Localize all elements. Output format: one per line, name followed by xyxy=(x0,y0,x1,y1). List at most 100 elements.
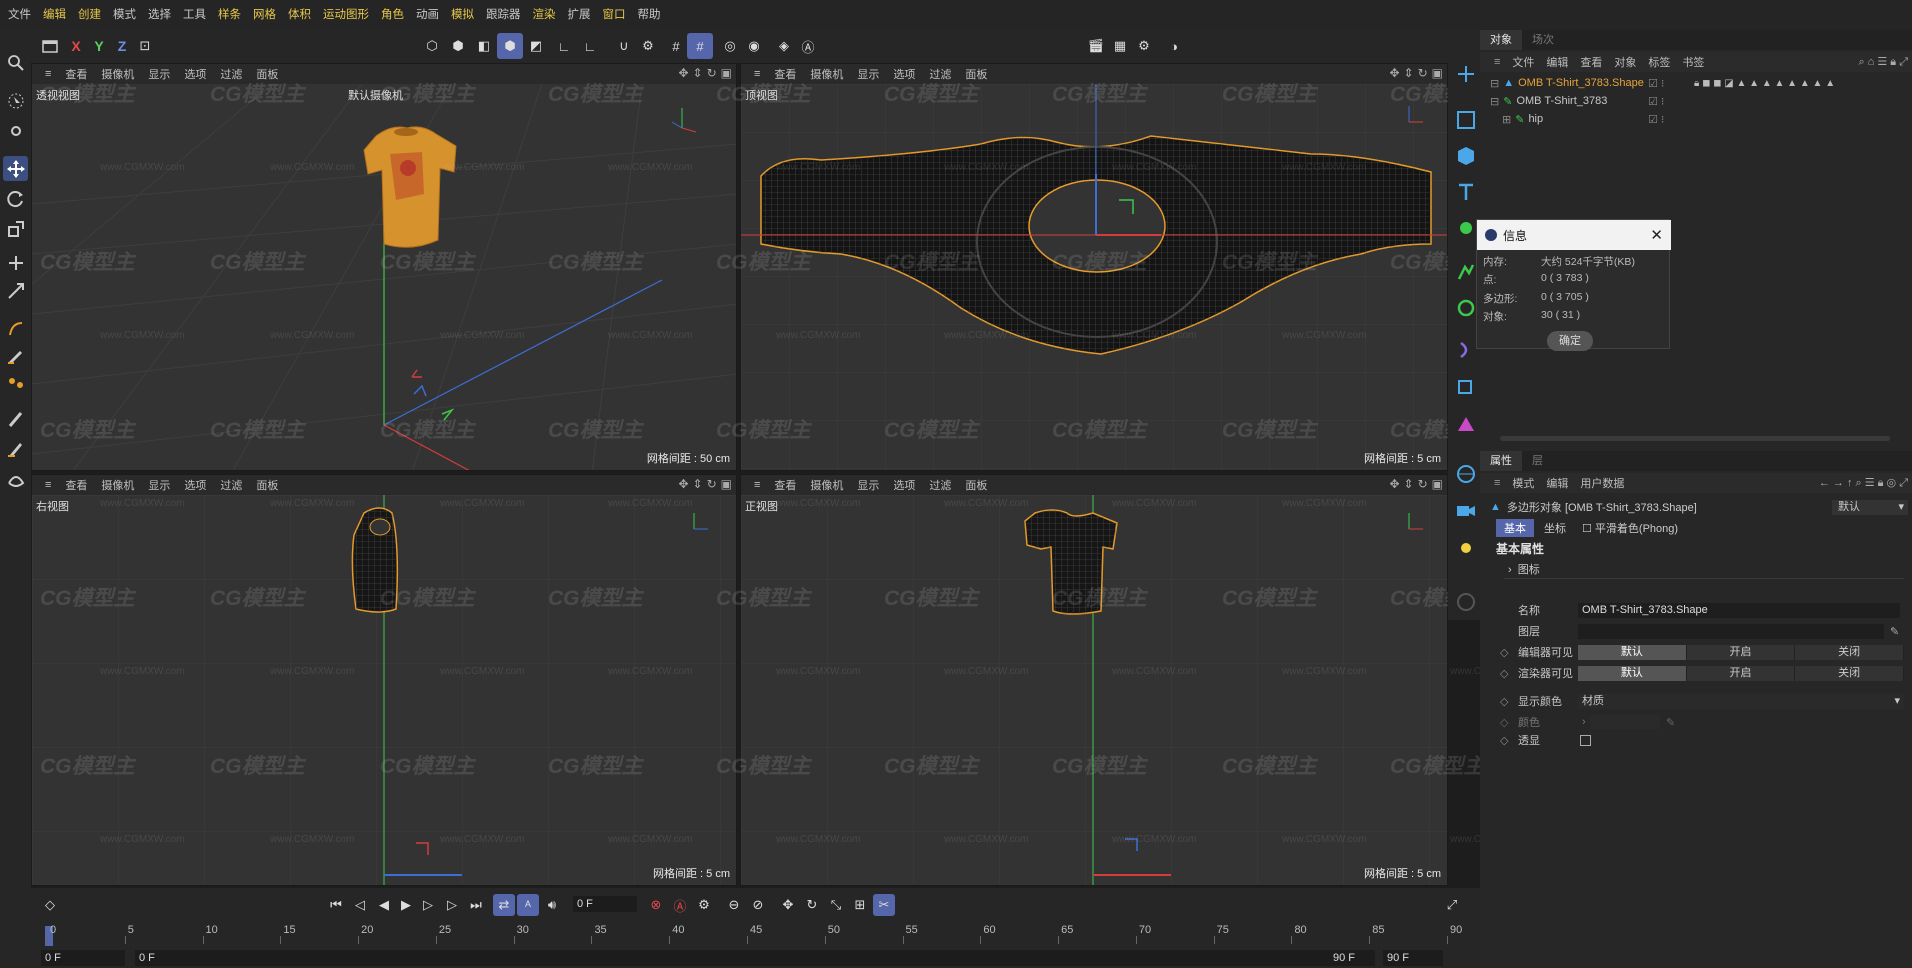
next-frame-icon[interactable]: ▷ xyxy=(417,894,439,916)
viewport-top[interactable]: ≡ 查看 摄像机 显示 选项 过滤 面板 ✥ ⇕ ↻ ▣ 顶视图 网格间距 : 5 cm xyxy=(740,63,1448,471)
pla-key-icon[interactable]: ✂ xyxy=(873,894,895,916)
menu-item[interactable]: 运动图形 xyxy=(317,0,375,30)
render-view-icon[interactable]: 🎬︎ xyxy=(1083,33,1109,59)
viewport-menu-item[interactable]: 查看 xyxy=(58,66,94,82)
scale-points-icon[interactable] xyxy=(3,278,28,303)
viewport-menu-item[interactable]: 选项 xyxy=(886,66,922,82)
field-icon[interactable] xyxy=(1454,374,1478,398)
option-on[interactable]: 开启 xyxy=(1687,665,1796,681)
viewport-menu-item[interactable]: 显示 xyxy=(141,66,177,82)
viewport-perspective[interactable]: ≡ 查看 摄像机 显示 选项 过滤 面板 ✥ ⇕ ↻ ▣ 透视视图 默认摄像机 网格间距 : 50… xyxy=(31,63,737,471)
texture-mode-icon[interactable]: ◩ xyxy=(523,33,549,59)
dolly-icon[interactable]: ⇕ xyxy=(1404,66,1414,80)
objects-menu-object[interactable]: 对象 xyxy=(1608,54,1642,70)
keyframe-settings-icon[interactable]: ⚙ xyxy=(693,894,715,916)
object-name[interactable]: hip xyxy=(1528,113,1543,125)
dolly-icon[interactable]: ⇕ xyxy=(693,66,703,80)
menu-item[interactable]: 工具 xyxy=(177,0,212,30)
live-selection-icon[interactable] xyxy=(3,88,28,113)
model-mode-icon[interactable]: ⬢ xyxy=(497,33,523,59)
cinema-logo-icon[interactable]: ◑ xyxy=(1161,33,1187,59)
keyframe-icon[interactable]: ◇ xyxy=(39,894,61,916)
magnet-icon[interactable]: ∪ xyxy=(611,33,637,59)
subtab-basic[interactable]: 基本 xyxy=(1496,519,1534,537)
cloner-icon[interactable] xyxy=(1454,216,1478,240)
pan-icon[interactable]: ✥ xyxy=(678,66,688,80)
option-off[interactable]: 关闭 xyxy=(1795,665,1905,681)
maximize-icon[interactable]: ▣ xyxy=(1432,477,1443,491)
polygons-mode-icon[interactable]: ◧ xyxy=(471,33,497,59)
object-tags[interactable]: 🔒︎ ◼ ◼ ◪ ▲ ▲ ▲ ▲ ▲ ▲ ▲ ▲ xyxy=(1694,78,1835,89)
xray-checkbox[interactable] xyxy=(1580,734,1591,746)
brush-tool-icon[interactable] xyxy=(3,406,28,431)
hamburger-icon[interactable]: ≡ xyxy=(38,68,58,80)
pen-tool-icon[interactable] xyxy=(3,316,28,341)
end-frame-field[interactable]: 90 F xyxy=(1383,950,1443,966)
layer-edit-icon[interactable]: ✎ xyxy=(1890,625,1899,638)
key-lock-icon[interactable]: ⊖ xyxy=(723,894,745,916)
workplane-icon[interactable]: ∟ xyxy=(551,33,577,59)
deformer-icon[interactable] xyxy=(1454,338,1478,362)
attr-menu-mode[interactable]: 模式 xyxy=(1506,475,1540,491)
render-picture-viewer-icon[interactable]: ▦ xyxy=(1107,33,1133,59)
objects-toolbar-icons[interactable]: ⌕ ⌂ ☰ 🔒︎ ⤢ xyxy=(1858,55,1908,69)
viewport-menu-item[interactable]: 显示 xyxy=(850,66,886,82)
objects-menu-tags[interactable]: 标签 xyxy=(1642,54,1676,70)
spline-pen-icon[interactable] xyxy=(3,466,28,491)
menu-item[interactable]: 扩展 xyxy=(562,0,597,30)
move-key-icon[interactable]: ✥ xyxy=(777,894,799,916)
icon-group-toggle[interactable]: › 图标 xyxy=(1508,561,1540,577)
menu-item[interactable]: 网格 xyxy=(247,0,282,30)
sound-icon[interactable]: 🔊︎ xyxy=(541,894,563,916)
preset-dropdown[interactable]: 默认 ▾ xyxy=(1832,499,1908,515)
scale-key-icon[interactable]: ⤡ xyxy=(825,894,847,916)
viewport-menu-item[interactable]: 选项 xyxy=(177,66,213,82)
transform-tool-icon[interactable] xyxy=(3,250,28,275)
viewport-menu-item[interactable]: 摄像机 xyxy=(803,477,850,493)
viewport-menu-item[interactable]: 选项 xyxy=(177,477,213,493)
viewport-menu-item[interactable]: 摄像机 xyxy=(94,66,141,82)
viewport-right[interactable]: ≡ 查看 摄像机 显示 选项 过滤 面板 ✥ ⇕ ↻ ▣ 右视图 网格间距 : 5 cm xyxy=(31,474,737,886)
environment-icon[interactable] xyxy=(1454,462,1478,486)
auto-key-mode-icon[interactable]: ᴬ xyxy=(517,894,539,916)
viewport-menu-item[interactable]: 面板 xyxy=(249,66,285,82)
light-icon[interactable] xyxy=(1454,536,1478,560)
timeline-expand-icon[interactable]: ⤢ xyxy=(1441,894,1463,916)
viewport-front[interactable]: ≡ 查看 摄像机 显示 选项 过滤 面板 ✥ ⇕ ↻ ▣ 正视图 网格间距 : 5 cm xyxy=(740,474,1448,886)
mograph-icon[interactable] xyxy=(1454,260,1478,284)
tab-layers[interactable]: 层 xyxy=(1522,451,1553,471)
viewport-menu-item[interactable]: 显示 xyxy=(141,477,177,493)
orbit-icon[interactable]: ↻ xyxy=(707,477,717,491)
axis-mode-icon[interactable]: ∟ xyxy=(577,33,603,59)
hamburger-icon[interactable]: ≡ xyxy=(1488,56,1506,68)
viewport-menu-item[interactable]: 过滤 xyxy=(922,66,958,82)
menu-item[interactable]: 窗口 xyxy=(597,0,632,30)
move-tool-icon[interactable] xyxy=(3,156,28,181)
option-default[interactable]: 默认 xyxy=(1578,644,1687,660)
prev-key-icon[interactable]: ◁ xyxy=(349,894,371,916)
soft-selection-icon[interactable]: ◎ xyxy=(717,33,743,59)
hamburger-icon[interactable]: ≡ xyxy=(38,479,58,491)
menu-item[interactable]: 文件 xyxy=(2,0,37,30)
spline-brush-icon[interactable] xyxy=(3,370,28,395)
menu-item[interactable]: 跟踪器 xyxy=(480,0,527,30)
snap-settings-icon[interactable]: ⚙ xyxy=(635,33,661,59)
option-default[interactable]: 默认 xyxy=(1578,665,1687,681)
dolly-icon[interactable]: ⇕ xyxy=(1404,477,1414,491)
viewport-menu-item[interactable]: 摄像机 xyxy=(94,477,141,493)
sketch-tool-icon[interactable] xyxy=(3,342,28,367)
menu-item[interactable]: 编辑 xyxy=(37,0,72,30)
hamburger-icon[interactable]: ≡ xyxy=(747,479,767,491)
grid-snap-icon[interactable]: # xyxy=(663,33,689,59)
object-row[interactable]: ⊟ ▲ OMB T-Shirt_3783.Shape ☑ ⁝ 🔒︎ ◼ ◼ ◪ … xyxy=(1480,74,1912,92)
ok-button[interactable]: 确定 xyxy=(1547,331,1593,351)
objects-scrollbar[interactable] xyxy=(1500,436,1890,441)
maximize-icon[interactable]: ▣ xyxy=(721,66,732,80)
viewport-menu-item[interactable]: 摄像机 xyxy=(803,66,850,82)
selection-settings-icon[interactable] xyxy=(3,118,28,143)
object-row[interactable]: ⊞ ✎ hip ☑ ⁝ xyxy=(1480,110,1912,128)
maximize-icon[interactable]: ▣ xyxy=(1432,66,1443,80)
tab-takes[interactable]: 场次 xyxy=(1522,30,1564,50)
quantize-icon[interactable]: # xyxy=(687,33,713,59)
spline-rect-icon[interactable] xyxy=(1454,108,1478,132)
